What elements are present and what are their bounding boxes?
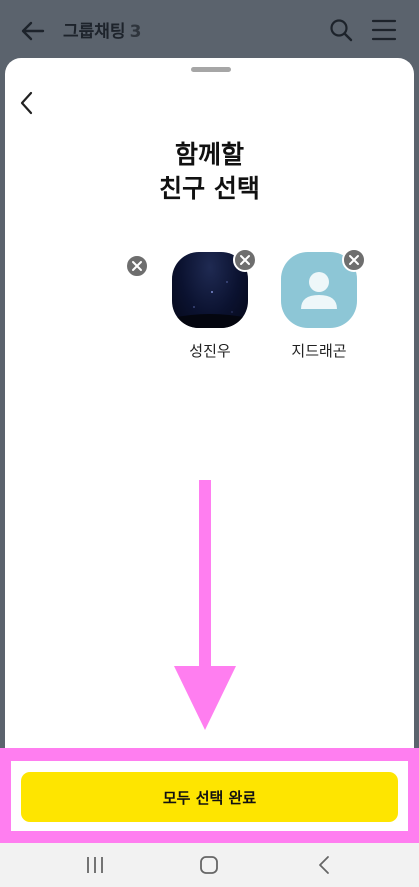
back-icon[interactable]: [313, 854, 337, 876]
system-nav-bar: [0, 843, 419, 887]
back-arrow-icon[interactable]: [18, 16, 48, 46]
close-icon: [349, 255, 359, 265]
selected-friend-item[interactable]: 지드래곤: [274, 248, 366, 362]
select-all-done-button[interactable]: 모두 선택 완료: [21, 772, 398, 822]
close-icon: [132, 261, 142, 271]
sheet-drag-handle[interactable]: [191, 67, 231, 72]
friend-name: 지드래곤: [291, 342, 347, 360]
chat-title: 그룹채팅 3: [63, 17, 141, 42]
close-icon: [240, 255, 250, 265]
chat-top-bar: 그룹채팅 3: [0, 0, 419, 62]
remove-friend-button[interactable]: [125, 254, 149, 278]
page-title-line2: 친구 선택: [159, 174, 260, 203]
remove-friend-button[interactable]: [342, 248, 366, 272]
chevron-left-icon[interactable]: [14, 90, 40, 116]
page-title: 함께할 친구 선택: [5, 138, 414, 206]
remove-friend-button[interactable]: [233, 248, 257, 272]
annotation-arrow: [172, 480, 238, 730]
friend-name: 성진우: [189, 342, 231, 360]
search-icon[interactable]: [328, 17, 354, 43]
page-title-line1: 함께할: [174, 140, 244, 169]
hamburger-menu-icon[interactable]: [371, 17, 397, 43]
chat-title-text: 그룹채팅: [63, 22, 126, 42]
recent-apps-icon[interactable]: [83, 854, 107, 876]
home-icon[interactable]: [197, 854, 221, 876]
selected-friend-item[interactable]: 성진우: [165, 248, 257, 362]
member-count: 3: [129, 22, 142, 42]
